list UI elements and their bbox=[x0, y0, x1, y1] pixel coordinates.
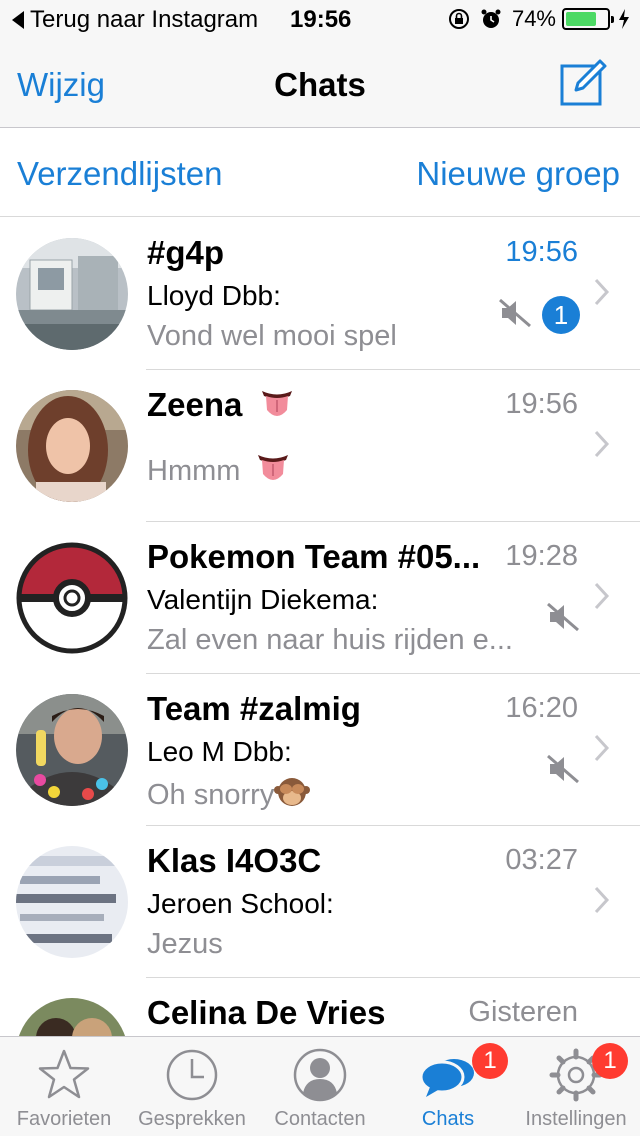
clock-icon bbox=[166, 1049, 218, 1101]
chat-time: 19:56 bbox=[505, 236, 578, 268]
avatar bbox=[16, 390, 128, 502]
new-group-link[interactable]: Nieuwe groep bbox=[416, 155, 620, 193]
chat-sender: Valentijn Diekema: bbox=[147, 584, 379, 615]
broadcast-lists-link[interactable]: Verzendlijsten bbox=[17, 155, 222, 193]
list-actions-bar: Verzendlijsten Nieuwe groep bbox=[0, 129, 640, 217]
avatar bbox=[16, 542, 128, 654]
see-no-evil-monkey-emoji-icon bbox=[274, 778, 311, 806]
chevron-right-icon bbox=[594, 734, 610, 762]
tab-label: Favorieten bbox=[16, 1108, 112, 1130]
page-title: Chats bbox=[274, 66, 366, 103]
chat-last-message: Zal even naar huis rijden e... bbox=[147, 624, 513, 656]
back-to-instagram-link[interactable]: Terug naar Instagram bbox=[12, 6, 258, 34]
avatar bbox=[16, 694, 128, 806]
chat-row[interactable]: Zeena 19:56 Hmmm bbox=[0, 370, 640, 522]
orientation-lock-icon bbox=[448, 9, 469, 29]
chat-sender: Jeroen School: bbox=[147, 888, 334, 919]
settings-badge: 1 bbox=[592, 1043, 628, 1079]
tab-settings[interactable]: 1 Instellingen bbox=[512, 1037, 640, 1136]
chat-sender: Leo M Dbb: bbox=[147, 736, 292, 767]
chat-last-message: Vond wel mooi spel bbox=[147, 320, 397, 352]
pokeball-icon bbox=[16, 542, 128, 654]
chat-name: Klas I4O3C bbox=[147, 842, 322, 879]
chat-time: Gisteren bbox=[468, 996, 578, 1028]
chevron-right-icon bbox=[594, 886, 610, 914]
unread-badge: 1 bbox=[472, 1043, 508, 1079]
tab-label: Gesprekken bbox=[138, 1108, 246, 1130]
chat-last-message: Hmmm bbox=[147, 452, 532, 488]
tongue-emoji-icon bbox=[261, 391, 292, 416]
chat-bubbles-icon bbox=[420, 1059, 474, 1097]
chat-name-text: Zeena bbox=[147, 386, 243, 423]
chat-row[interactable]: Team #zalmig 16:20 Leo M Dbb: Oh snorry bbox=[0, 674, 640, 826]
chat-last-message-text: Oh snorry bbox=[147, 779, 275, 811]
chat-time: 16:20 bbox=[505, 692, 578, 724]
chevron-right-icon bbox=[594, 582, 610, 610]
avatar bbox=[16, 846, 128, 958]
muted-speaker-icon bbox=[499, 298, 531, 328]
alarm-icon bbox=[481, 9, 501, 28]
avatar bbox=[16, 998, 128, 1036]
tab-label: Chats bbox=[421, 1108, 475, 1130]
chat-name: Team #zalmig bbox=[147, 690, 361, 727]
back-arrow-icon bbox=[12, 11, 24, 29]
avatar bbox=[16, 238, 128, 350]
battery-percentage: 74% bbox=[511, 6, 556, 31]
chat-name: Pokemon Team #05... bbox=[147, 538, 481, 575]
chat-row[interactable]: #g4p 19:56 Lloyd Dbb: Vond wel mooi spel… bbox=[0, 218, 640, 370]
tab-bar: Favorieten Gesprekken Contacten 1 Chats bbox=[0, 1036, 640, 1136]
chat-time: 19:28 bbox=[505, 540, 578, 572]
status-time: 19:56 bbox=[290, 6, 352, 33]
muted-speaker-icon bbox=[547, 754, 579, 784]
chat-row[interactable]: Celina De Vries Gisteren bbox=[0, 978, 640, 1036]
chat-row[interactable]: Pokemon Team #05... 19:28 Valentijn Diek… bbox=[0, 522, 640, 674]
chat-time: 19:56 bbox=[505, 388, 578, 420]
unread-badge: 1 bbox=[542, 296, 580, 334]
chat-last-message: Oh snorry bbox=[147, 776, 532, 812]
chat-time: 03:27 bbox=[505, 844, 578, 876]
chevron-right-icon bbox=[594, 430, 610, 458]
chat-name: Zeena bbox=[147, 386, 492, 424]
chat-sender: Lloyd Dbb: bbox=[147, 280, 281, 311]
battery-icon bbox=[562, 8, 614, 30]
tab-calls[interactable]: Gesprekken bbox=[128, 1037, 256, 1136]
chat-last-message: Jezus bbox=[147, 928, 223, 960]
tab-label: Contacten bbox=[274, 1108, 366, 1130]
charging-bolt-icon bbox=[619, 9, 629, 29]
muted-speaker-icon bbox=[547, 602, 579, 632]
status-indicators: 74% bbox=[448, 6, 630, 32]
compose-icon[interactable] bbox=[558, 56, 610, 108]
back-to-instagram-label: Terug naar Instagram bbox=[30, 6, 259, 33]
status-bar: Terug naar Instagram 19:56 74% bbox=[0, 0, 640, 40]
chat-list: #g4p 19:56 Lloyd Dbb: Vond wel mooi spel… bbox=[0, 218, 640, 1036]
tab-favorites[interactable]: Favorieten bbox=[0, 1037, 128, 1136]
tab-chats[interactable]: 1 Chats bbox=[384, 1037, 512, 1136]
star-icon bbox=[38, 1049, 90, 1099]
contact-icon bbox=[293, 1048, 347, 1102]
chevron-right-icon bbox=[594, 278, 610, 306]
navigation-bar: Wijzig Chats bbox=[0, 40, 640, 128]
chat-last-message-text: Hmmm bbox=[147, 455, 241, 487]
tab-label: Instellingen bbox=[525, 1108, 627, 1130]
tongue-emoji-icon bbox=[258, 455, 289, 480]
chat-name: Celina De Vries bbox=[147, 994, 386, 1031]
chat-row[interactable]: Klas I4O3C 03:27 Jeroen School: Jezus bbox=[0, 826, 640, 978]
chat-name: #g4p bbox=[147, 234, 225, 271]
tab-contacts[interactable]: Contacten bbox=[256, 1037, 384, 1136]
